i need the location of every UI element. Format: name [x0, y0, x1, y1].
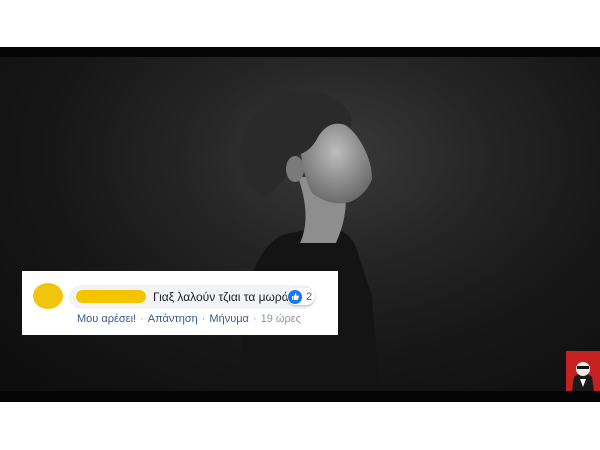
comment-actions: Μου αρέσει! · Απάντηση · Μήνυμα · 19 ώρε…: [77, 313, 301, 325]
separator: ·: [201, 313, 206, 325]
comment-timestamp[interactable]: 19 ώρες: [261, 313, 301, 325]
reaction-count: 2: [306, 290, 313, 303]
video-frame: [0, 47, 600, 402]
comment-bubble: Γιαξ λαλούν τζιαι τα μωρά ! 2: [69, 285, 316, 309]
man-silhouette-image: [238, 90, 380, 391]
username-redacted[interactable]: [76, 290, 146, 303]
avatar-redacted[interactable]: [33, 283, 63, 309]
separator: ·: [140, 313, 144, 325]
video-still: [0, 57, 600, 391]
comment-card: Γιαξ λαλούν τζιαι τα μωρά ! 2 Μου αρέσει…: [22, 271, 338, 335]
comment-text: Γιαξ λαλούν τζιαι τα μωρά !: [153, 290, 296, 304]
message-link[interactable]: Μήνυμα: [209, 313, 249, 325]
like-link[interactable]: Μου αρέσει!: [77, 313, 136, 325]
thumbs-up-icon: [288, 289, 302, 304]
reply-link[interactable]: Απάντηση: [148, 313, 198, 325]
channel-logo-icon[interactable]: [566, 351, 600, 391]
separator: ·: [252, 313, 257, 325]
reaction-summary[interactable]: 2: [287, 288, 316, 305]
